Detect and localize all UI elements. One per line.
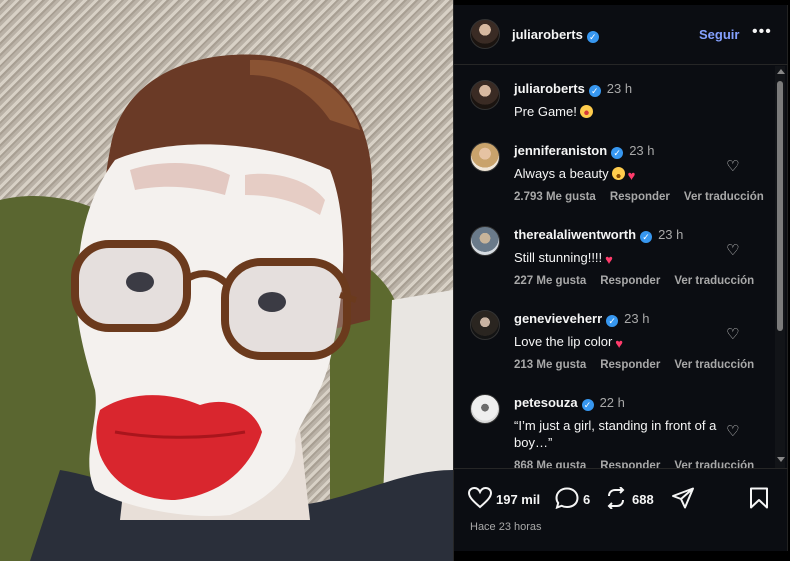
comment-username[interactable]: petesouza — [514, 395, 578, 410]
author-name-row: juliaroberts ✓ — [512, 26, 599, 44]
post-details: juliaroberts ✓ Seguir ••• juliaroberts ✓ 23… — [454, 5, 788, 551]
caption-body: juliaroberts ✓ 23 h Pre Game! — [514, 80, 744, 120]
repost-icon[interactable] — [604, 486, 628, 510]
comment-body: therealaliwentworth ✓ 23 h Still stunning!… — [514, 226, 754, 287]
emoji-icon — [611, 167, 625, 180]
selfie-illustration — [0, 54, 453, 561]
like-action[interactable]: 197 mil — [467, 486, 540, 509]
verified-icon: ✓ — [581, 399, 594, 411]
reply-button[interactable]: Responder — [610, 191, 670, 203]
verified-icon: ✓ — [588, 85, 601, 97]
like-comment-heart-icon[interactable]: ♡ — [726, 422, 739, 440]
action-bar: 197 mil 6 688 Hace 23 horas — [454, 468, 788, 551]
verified-icon: ✓ — [586, 31, 599, 43]
comment-likes[interactable]: 2.793 Me gusta — [514, 191, 596, 203]
translate-link[interactable]: Ver traducción — [674, 275, 754, 287]
comment-meta: 227 Me gusta Responder Ver traducción — [514, 275, 754, 287]
comment-body: petesouza ✓ 22 h “I’m just a girl, standin… — [514, 394, 754, 468]
post-header: juliaroberts ✓ Seguir ••• — [454, 5, 788, 65]
comment-text: “I’m just a girl, standing in front of a… — [514, 418, 717, 450]
comments-count[interactable]: 6 — [583, 492, 590, 507]
reply-button[interactable]: Responder — [600, 275, 660, 287]
comment-text-content: Always a beauty — [514, 166, 609, 181]
comment-text: Always a beauty ♥ — [514, 165, 744, 182]
caption-text-content: Pre Game! — [514, 104, 577, 119]
comment-likes[interactable]: 227 Me gusta — [514, 275, 586, 287]
caption-time[interactable]: 23 h — [607, 81, 632, 96]
comment-avatar[interactable] — [470, 226, 500, 256]
comment-meta: 2.793 Me gusta Responder Ver traducción — [514, 191, 764, 203]
author-username[interactable]: juliaroberts — [512, 27, 583, 42]
comment-meta: 213 Me gusta Responder Ver traducción — [514, 359, 754, 371]
comment-likes[interactable]: 868 Me gusta — [514, 460, 586, 468]
comment-username[interactable]: jenniferaniston — [514, 143, 607, 158]
verified-icon: ✓ — [640, 231, 653, 243]
comment-avatar[interactable] — [470, 142, 500, 172]
like-comment-heart-icon[interactable]: ♡ — [726, 157, 739, 175]
bookmark-icon[interactable] — [749, 487, 769, 509]
translate-link[interactable]: Ver traducción — [674, 460, 754, 468]
repost-action[interactable]: 688 — [604, 486, 654, 510]
caption-text: Pre Game! — [514, 103, 744, 120]
reposts-count[interactable]: 688 — [632, 492, 654, 507]
comment-meta: 868 Me gusta Responder Ver traducción — [514, 460, 754, 468]
comment-time[interactable]: 23 h — [629, 143, 654, 158]
comment-time[interactable]: 23 h — [624, 311, 649, 326]
comment-body: jenniferaniston ✓ 23 h Always a beauty ♥ 2.… — [514, 142, 764, 203]
comment-avatar[interactable] — [470, 310, 500, 340]
reply-button[interactable]: Responder — [600, 460, 660, 468]
likes-count[interactable]: 197 mil — [496, 492, 540, 507]
post-sidebar: juliaroberts ✓ Seguir ••• juliaroberts ✓ 23… — [453, 0, 790, 561]
comment-text-content: Still stunning!!!! — [514, 250, 603, 265]
verified-icon: ✓ — [606, 315, 619, 327]
heart-icon[interactable] — [467, 486, 493, 509]
scroll-up-arrow-icon[interactable] — [777, 69, 785, 74]
share-action[interactable] — [671, 487, 699, 509]
comment-time[interactable]: 22 h — [600, 395, 625, 410]
caption-username[interactable]: juliaroberts — [514, 81, 585, 96]
comment-text: Love the lip color ♥ — [514, 333, 744, 350]
posted-time[interactable]: Hace 23 horas — [470, 521, 542, 533]
share-icon[interactable] — [671, 487, 695, 509]
like-comment-heart-icon[interactable]: ♡ — [726, 325, 739, 343]
translate-link[interactable]: Ver traducción — [684, 191, 764, 203]
heart-emoji-icon: ♥ — [615, 336, 623, 351]
heart-emoji-icon: ♥ — [627, 168, 636, 183]
reply-button[interactable]: Responder — [600, 359, 660, 371]
comment-action[interactable]: 6 — [555, 487, 590, 510]
more-icon[interactable]: ••• — [752, 23, 772, 41]
scroll-down-arrow-icon[interactable] — [777, 457, 785, 462]
comment-body: genevieveherr ✓ 23 h Love the lip color ♥ 2… — [514, 310, 754, 371]
author-avatar[interactable] — [470, 19, 500, 49]
comment-avatar[interactable] — [470, 394, 500, 424]
comment-username[interactable]: therealaliwentworth — [514, 227, 636, 242]
comment-time[interactable]: 23 h — [658, 227, 683, 242]
comment-icon[interactable] — [555, 487, 579, 510]
caption-avatar[interactable] — [470, 80, 500, 110]
post-photo[interactable] — [0, 0, 453, 561]
comment-text: Still stunning!!!! ♥ — [514, 249, 744, 266]
verified-icon: ✓ — [611, 147, 624, 159]
save-action[interactable] — [749, 487, 773, 509]
heart-emoji-icon: ♥ — [605, 252, 613, 267]
comment-likes[interactable]: 213 Me gusta — [514, 359, 586, 371]
scrollbar-thumb[interactable] — [777, 81, 783, 331]
comment-username[interactable]: genevieveherr — [514, 311, 602, 326]
post-frame: juliaroberts ✓ Seguir ••• juliaroberts ✓ 23… — [0, 0, 790, 561]
comment-text-content: Love the lip color — [514, 334, 613, 349]
follow-button[interactable]: Seguir — [699, 27, 739, 42]
like-comment-heart-icon[interactable]: ♡ — [726, 241, 739, 259]
emoji-icon — [579, 105, 593, 118]
comments-list: juliaroberts ✓ 23 h Pre Game! jenniferanis… — [454, 66, 788, 468]
translate-link[interactable]: Ver traducción — [674, 359, 754, 371]
